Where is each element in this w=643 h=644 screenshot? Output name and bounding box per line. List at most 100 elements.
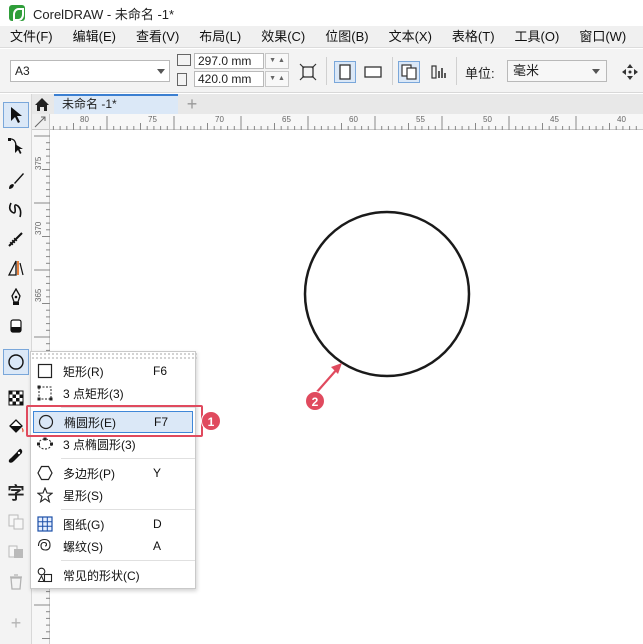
customize-toolbox-button[interactable]: + bbox=[3, 610, 29, 636]
menu-view[interactable]: 查看(V) bbox=[126, 26, 189, 48]
document-tab[interactable]: 未命名 -1* bbox=[54, 94, 178, 114]
plus-icon: + bbox=[10, 613, 22, 633]
home-icon bbox=[35, 97, 49, 111]
ruler-label: 40 bbox=[617, 115, 626, 124]
flyout-item-spiral[interactable]: 螺纹(S) A bbox=[33, 535, 193, 557]
portrait-button[interactable] bbox=[334, 61, 356, 83]
shortcut-key: A bbox=[153, 539, 162, 553]
separator bbox=[392, 57, 393, 85]
smart-drawing-tool[interactable] bbox=[3, 226, 29, 252]
paste-tool[interactable] bbox=[3, 538, 29, 564]
3-point-rectangle-icon bbox=[35, 383, 55, 403]
page-size-select[interactable]: A3 bbox=[10, 60, 170, 82]
flyout-item-label: 矩形(R) bbox=[63, 364, 104, 379]
page-width-icon bbox=[177, 54, 191, 66]
ruler-label: 375 bbox=[34, 156, 43, 170]
eraser-tool[interactable] bbox=[3, 313, 29, 339]
duplicate-tool[interactable] bbox=[3, 509, 29, 535]
menu-file[interactable]: 文件(F) bbox=[0, 26, 63, 48]
separator bbox=[61, 560, 195, 561]
separator bbox=[61, 509, 195, 510]
measure-icon bbox=[7, 260, 24, 276]
shape-tool[interactable] bbox=[3, 132, 29, 158]
menu-edit[interactable]: 编辑(E) bbox=[63, 26, 126, 48]
ruler-label: 80 bbox=[80, 115, 89, 124]
separator bbox=[456, 57, 457, 85]
pen-stroke-icon bbox=[8, 232, 23, 247]
eyedropper-tool[interactable] bbox=[3, 443, 29, 469]
text-character-icon: 字 bbox=[7, 483, 25, 503]
menu-layout[interactable]: 布局(L) bbox=[189, 26, 251, 48]
checkerboard-icon bbox=[8, 390, 24, 406]
landscape-button[interactable] bbox=[362, 61, 384, 83]
dimension-tool[interactable] bbox=[3, 255, 29, 281]
all-pages-button[interactable] bbox=[398, 61, 420, 83]
flyout-item-common-shapes[interactable]: 常见的形状(C) bbox=[33, 564, 193, 586]
ruler-label: 60 bbox=[349, 115, 358, 124]
new-document-tab[interactable]: + bbox=[182, 94, 202, 114]
separator bbox=[61, 458, 195, 459]
toolbox: 字 + bbox=[0, 94, 32, 644]
flyout-item-label: 星形(S) bbox=[63, 488, 103, 503]
width-spinner[interactable]: ▼ ▲ bbox=[265, 53, 289, 69]
page-size-value: A3 bbox=[15, 64, 30, 78]
delete-tool[interactable] bbox=[3, 569, 29, 595]
shortcut-key: F6 bbox=[153, 364, 168, 378]
page-height-field[interactable]: 420.0 mm bbox=[194, 71, 264, 87]
ruler-label: 55 bbox=[416, 115, 425, 124]
flyout-item-label: 3 点椭圆形(3) bbox=[63, 437, 136, 452]
callout-highlight-box bbox=[26, 405, 203, 437]
unit-value: 毫米 bbox=[513, 63, 540, 78]
window-title: CorelDRAW - 未命名 -1* bbox=[33, 6, 175, 22]
flyout-item-label: 图纸(G) bbox=[63, 517, 105, 532]
shortcut-key: Y bbox=[153, 466, 162, 480]
text-tool[interactable]: 字 bbox=[3, 480, 29, 506]
freehand-tool[interactable] bbox=[3, 197, 29, 223]
flyout-item-label: 螺纹(S) bbox=[63, 539, 103, 554]
flyout-item-polygon[interactable]: 多边形(P) Y bbox=[33, 462, 193, 484]
cursor-arrow-icon bbox=[11, 107, 22, 123]
pen-tool[interactable] bbox=[3, 284, 29, 310]
drawn-circle bbox=[303, 210, 471, 378]
duplicate-icon bbox=[8, 514, 24, 530]
3-point-ellipse-icon bbox=[35, 434, 55, 454]
pick-tool[interactable] bbox=[3, 102, 29, 128]
ruler-label: 365 bbox=[34, 288, 43, 302]
current-page-button[interactable] bbox=[428, 61, 450, 83]
menu-effects[interactable]: 效果(C) bbox=[251, 26, 315, 48]
spiral-icon bbox=[35, 536, 55, 556]
ellipse-tool[interactable] bbox=[3, 349, 29, 375]
page-width-field[interactable]: 297.0 mm bbox=[194, 53, 264, 69]
menu-bitmaps[interactable]: 位图(B) bbox=[315, 26, 378, 48]
callout-badge-1: 1 bbox=[201, 411, 221, 431]
flyout-item-star[interactable]: 星形(S) bbox=[33, 484, 193, 506]
menu-table[interactable]: 表格(T) bbox=[442, 26, 505, 48]
flyout-item-3-point-rectangle[interactable]: 3 点矩形(3) bbox=[33, 382, 193, 404]
artistic-media-tool[interactable] bbox=[3, 168, 29, 194]
callout-arrow bbox=[315, 367, 339, 394]
ruler-label: 75 bbox=[148, 115, 157, 124]
chevron-down-icon bbox=[592, 69, 600, 74]
menu-tools[interactable]: 工具(O) bbox=[505, 26, 570, 48]
home-tab[interactable] bbox=[32, 94, 52, 114]
flyout-item-rectangle[interactable]: 矩形(R) F6 bbox=[33, 360, 193, 382]
eraser-icon bbox=[10, 319, 22, 333]
menu-window[interactable]: 窗口(W) bbox=[569, 26, 636, 48]
ruler-label: 70 bbox=[215, 115, 224, 124]
scale-page-icon[interactable] bbox=[297, 61, 319, 83]
horizontal-ruler[interactable]: 80 75 70 65 60 55 50 45 40 bbox=[32, 114, 643, 130]
unit-select[interactable]: 毫米 bbox=[507, 60, 607, 82]
title-bar: CorelDRAW - 未命名 -1* bbox=[0, 0, 643, 26]
star-icon bbox=[35, 485, 55, 505]
shortcut-key: D bbox=[153, 517, 162, 531]
flyout-grip[interactable] bbox=[31, 352, 197, 359]
menu-text[interactable]: 文本(X) bbox=[379, 26, 442, 48]
flyout-item-graph-paper[interactable]: 图纸(G) D bbox=[33, 513, 193, 535]
brush-icon bbox=[9, 173, 24, 189]
clipboard-icon bbox=[8, 545, 23, 558]
ruler-origin[interactable] bbox=[32, 114, 50, 130]
nudge-icon[interactable] bbox=[619, 61, 641, 83]
polygon-icon bbox=[35, 463, 55, 483]
ruler-label: 370 bbox=[34, 221, 43, 235]
height-spinner[interactable]: ▼ ▲ bbox=[265, 71, 289, 87]
